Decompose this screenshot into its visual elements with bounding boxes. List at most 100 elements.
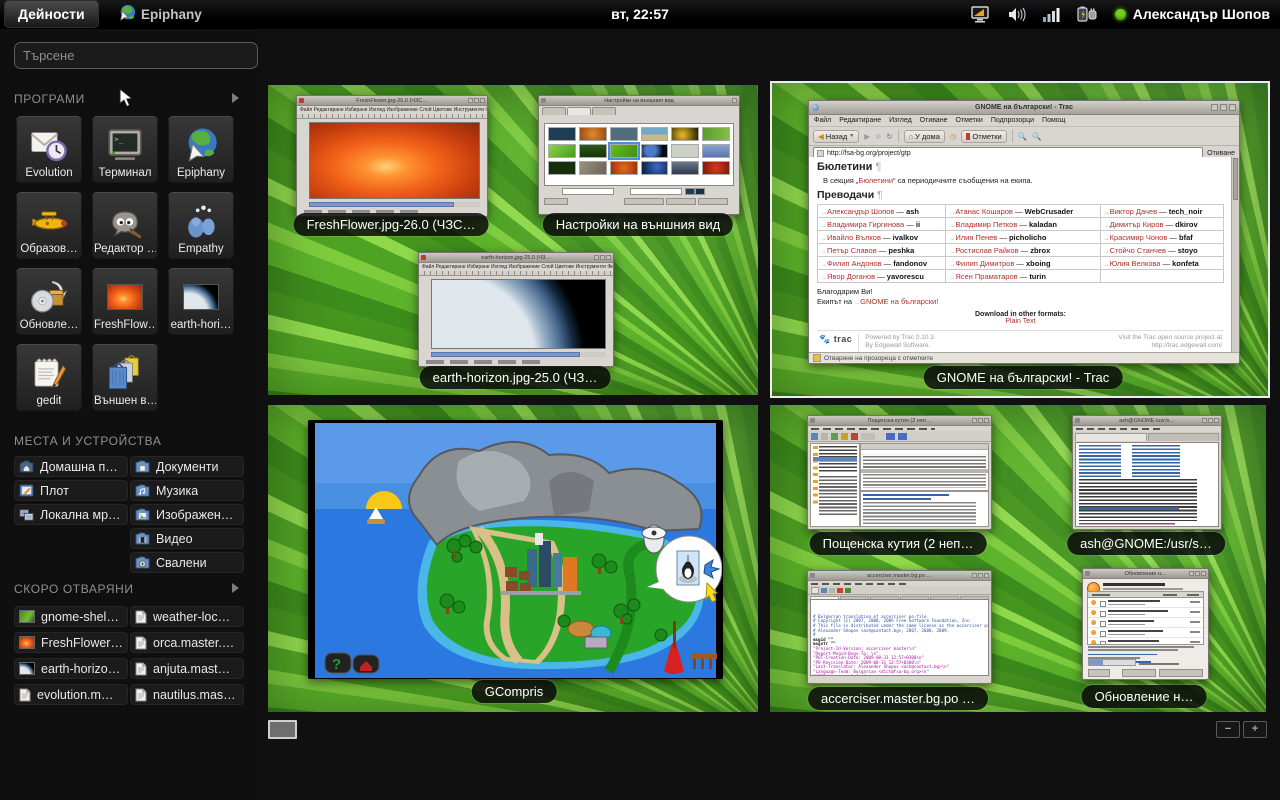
wallpaper-thumb[interactable] bbox=[548, 127, 576, 141]
app-tile-freshflower-image[interactable]: FreshFlow… bbox=[92, 268, 158, 335]
place-item-pictures[interactable]: Изображен… bbox=[130, 504, 244, 525]
menu-tabs[interactable]: Подпрозорци bbox=[991, 117, 1034, 124]
menu-view[interactable]: Изглед bbox=[889, 117, 912, 124]
app-tile-empathy[interactable]: Empathy bbox=[168, 192, 234, 259]
wallpaper-thumb[interactable] bbox=[610, 127, 638, 141]
wallpaper-thumb[interactable] bbox=[579, 144, 607, 158]
place-item-desktop[interactable]: Плот bbox=[14, 480, 128, 501]
place-item-documents[interactable]: Документи bbox=[130, 456, 244, 477]
app-tile-software-update[interactable]: Обновле… bbox=[16, 268, 82, 335]
plain-text-link[interactable]: Plain Text bbox=[1005, 318, 1035, 325]
translator-link[interactable]: Виктор Дачев bbox=[1110, 207, 1157, 216]
menu-bookmarks[interactable]: Отметки bbox=[956, 117, 983, 124]
translator-link[interactable]: Петър Славов bbox=[827, 246, 877, 255]
wallpaper-thumb[interactable] bbox=[579, 161, 607, 175]
wallpaper-thumb[interactable] bbox=[702, 161, 730, 175]
menu-help[interactable]: Помощ bbox=[1042, 117, 1065, 124]
menu-go[interactable]: Отиване bbox=[920, 117, 948, 124]
window-terminal[interactable]: ash@GNOME:/usr/s… bbox=[1072, 415, 1222, 530]
recent-item[interactable]: anjuta.mast… bbox=[130, 658, 244, 679]
back-button[interactable]: ◀Назад▼ bbox=[813, 130, 859, 143]
app-tile-earth-image[interactable]: earth-hori… bbox=[168, 268, 234, 335]
bulletins-link[interactable]: Бюлетини bbox=[858, 176, 893, 185]
app-tile-terminal[interactable]: >_ Терминал bbox=[92, 116, 158, 183]
workspace-indicator[interactable] bbox=[268, 720, 297, 739]
window-software-updates[interactable]: Обновление н… bbox=[1082, 568, 1209, 680]
check-button[interactable] bbox=[1122, 669, 1156, 677]
add-workspace-button[interactable]: + bbox=[1243, 721, 1267, 738]
app-tile-gimp[interactable]: Редактор … bbox=[92, 192, 158, 259]
wallpaper-thumb[interactable] bbox=[579, 127, 607, 141]
menu-edit[interactable]: Редактиране bbox=[839, 117, 881, 124]
home-button[interactable]: ⌂У дома bbox=[904, 130, 945, 143]
app-tile-gedit[interactable]: gedit bbox=[16, 344, 82, 411]
window-gcompris[interactable]: ? bbox=[308, 420, 723, 679]
help-button[interactable] bbox=[1088, 669, 1110, 677]
window-evolution-mailbox[interactable]: Пощенска кутия (2 неп… bbox=[807, 415, 992, 530]
place-item-home[interactable]: Домашна п… bbox=[14, 456, 128, 477]
search-input[interactable] bbox=[14, 42, 258, 69]
remove-workspace-button[interactable]: − bbox=[1216, 721, 1240, 738]
wallpaper-thumb[interactable] bbox=[610, 144, 638, 158]
activities-button[interactable]: Дейности bbox=[4, 0, 99, 28]
recent-item[interactable]: evolution.m… bbox=[14, 684, 128, 705]
translator-link[interactable]: Владимир Петков bbox=[955, 220, 1017, 229]
user-menu[interactable]: Александър Шопов bbox=[1115, 6, 1270, 22]
volume-icon[interactable] bbox=[1007, 6, 1027, 23]
translator-link[interactable]: Ясен Праматаров bbox=[955, 272, 1017, 281]
translator-link[interactable]: Ивайло Вълков bbox=[827, 233, 881, 242]
wallpaper-thumb[interactable] bbox=[671, 127, 699, 141]
window-gedit-pofile[interactable]: accerciser.master.bg.po … # Bulgarian tr… bbox=[807, 570, 992, 684]
recent-item[interactable]: earth-horizo… bbox=[14, 658, 128, 679]
recent-item[interactable]: nautilus.mas… bbox=[130, 684, 244, 705]
app-tile-gcompris[interactable]: Образов… bbox=[16, 192, 82, 259]
translator-link[interactable]: Димитър Киров bbox=[1110, 220, 1164, 229]
recent-expand-icon[interactable] bbox=[232, 583, 239, 593]
wallpaper-thumb[interactable] bbox=[641, 127, 669, 141]
wallpaper-thumb[interactable] bbox=[702, 127, 730, 141]
window-epiphany-trac[interactable]: GNOME на български! - Trac Файл Редактир… bbox=[808, 100, 1240, 364]
translator-link[interactable]: Филип Димитров bbox=[955, 259, 1014, 268]
wallpaper-thumb[interactable] bbox=[641, 161, 669, 175]
bookmarks-button[interactable]: Отметки bbox=[961, 130, 1006, 143]
app-tile-evolution[interactable]: Evolution bbox=[16, 116, 82, 183]
place-item-videos[interactable]: Видео bbox=[130, 528, 244, 549]
translator-link[interactable]: Атанас Кошаров bbox=[955, 207, 1013, 216]
go-button[interactable]: Отиване bbox=[1207, 150, 1235, 157]
window-gimp-earth-horizon[interactable]: earth-horizon.jpg-25.0 (ЧЗ… Файл Редакти… bbox=[418, 252, 614, 367]
recent-item[interactable]: orca.master.… bbox=[130, 632, 244, 653]
place-item-music[interactable]: Музика bbox=[130, 480, 244, 501]
wallpaper-thumb[interactable] bbox=[702, 144, 730, 158]
translator-link[interactable]: Красимир Чонов bbox=[1110, 233, 1168, 242]
edgewall-link[interactable]: http://trac.edgewall.com/ bbox=[1152, 342, 1222, 349]
translator-link[interactable]: Илия Пенев bbox=[955, 233, 997, 242]
menu-file[interactable]: Файл bbox=[814, 117, 831, 124]
network-signal-icon[interactable] bbox=[1043, 7, 1061, 22]
install-button[interactable] bbox=[1159, 669, 1203, 677]
translator-link[interactable]: Стойчо Станчев bbox=[1110, 246, 1166, 255]
wallpaper-thumb[interactable] bbox=[548, 144, 576, 158]
wallpaper-thumb[interactable] bbox=[610, 161, 638, 175]
translator-link[interactable]: Филип Андонов bbox=[827, 259, 882, 268]
wallpaper-thumb[interactable] bbox=[641, 144, 669, 158]
recent-item[interactable]: weather-loc… bbox=[130, 606, 244, 627]
team-link[interactable]: GNOME на български! bbox=[860, 297, 938, 306]
recent-item[interactable]: FreshFlower… bbox=[14, 632, 128, 653]
programs-expand-icon[interactable] bbox=[232, 93, 239, 103]
wallpaper-thumb[interactable] bbox=[671, 144, 699, 158]
app-tile-epiphany[interactable]: Epiphany bbox=[168, 116, 234, 183]
place-item-network[interactable]: Локална мр… bbox=[14, 504, 128, 525]
recent-item[interactable]: gnome-shel… bbox=[14, 606, 128, 627]
display-icon[interactable] bbox=[971, 6, 991, 23]
scrollbar[interactable] bbox=[1231, 157, 1239, 353]
window-appearance-settings[interactable]: Настройки на външния вид bbox=[538, 95, 740, 215]
focused-app-indicator[interactable]: Epiphany bbox=[118, 0, 202, 28]
wallpaper-thumb[interactable] bbox=[671, 161, 699, 175]
place-item-downloads[interactable]: Свалени bbox=[130, 552, 244, 573]
translator-link[interactable]: Явор Доганов bbox=[827, 272, 875, 281]
translator-link[interactable]: Александър Шопов bbox=[827, 207, 894, 216]
terminal-tabs[interactable] bbox=[1073, 432, 1221, 441]
battery-icon[interactable] bbox=[1077, 6, 1099, 23]
translator-link[interactable]: Ростислав Райков bbox=[955, 246, 1018, 255]
translator-link[interactable]: Владимира Гиргинова bbox=[827, 220, 904, 229]
